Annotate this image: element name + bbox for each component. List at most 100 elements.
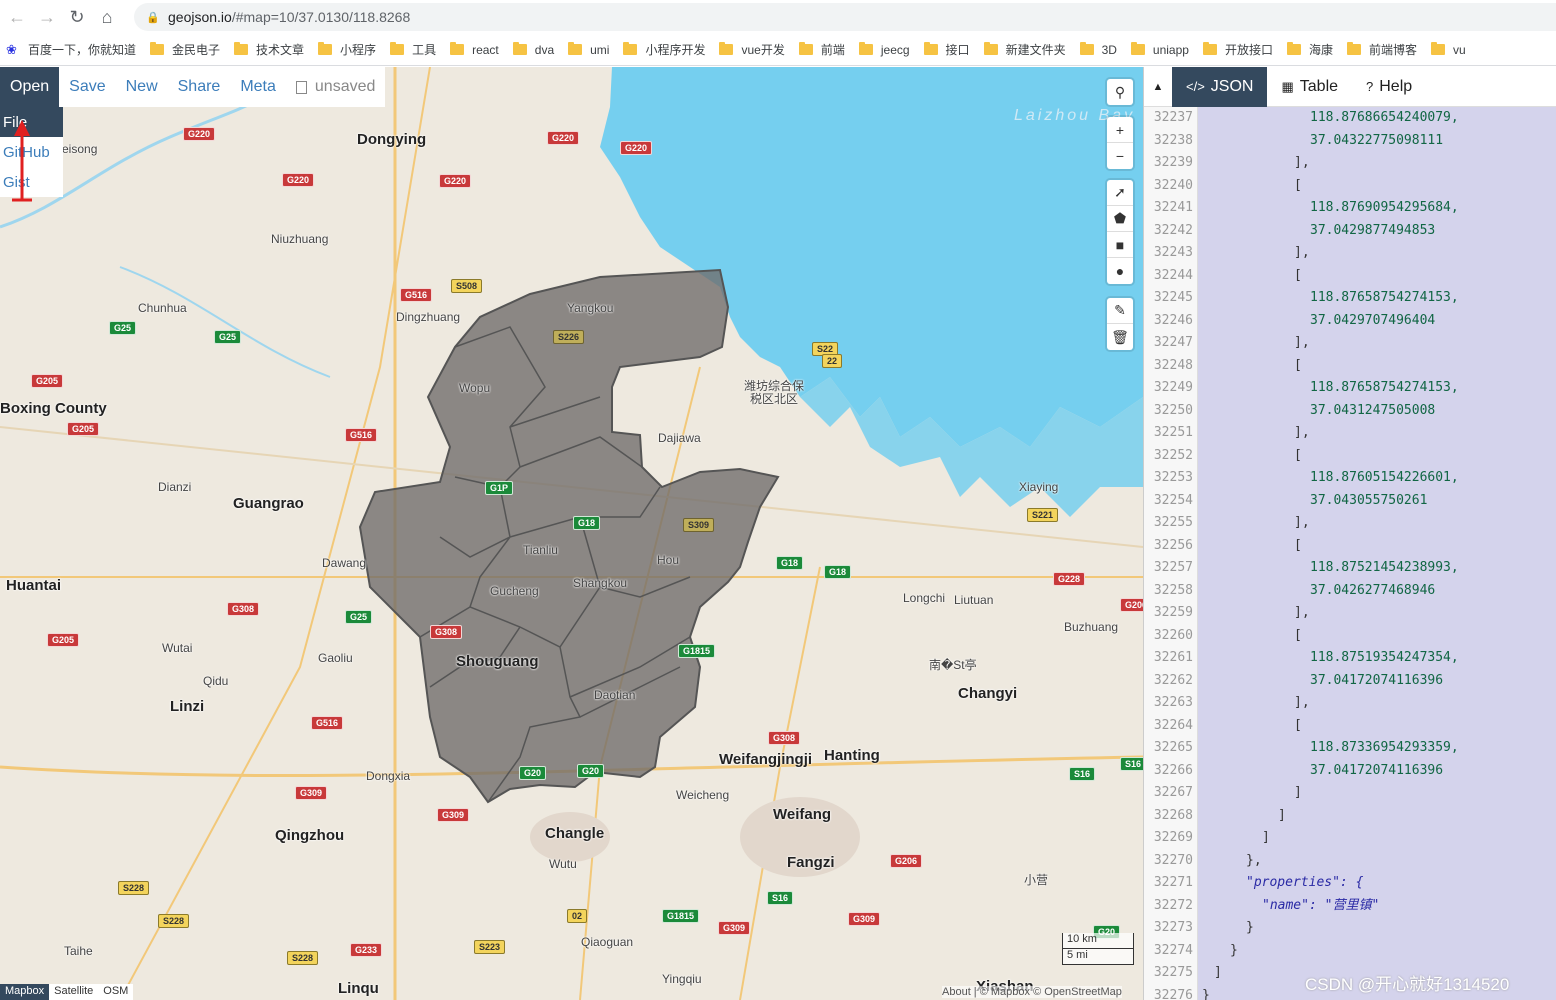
draw-polygon-icon[interactable]: ⬟ [1107,206,1133,232]
bookmark-label: uniapp [1152,42,1189,57]
line-number: 32271 [1153,875,1193,890]
layer-switcher: Mapbox Satellite OSM [0,984,134,1000]
code-token: ], [1294,695,1310,710]
bookmark-label: 海康 [1308,43,1333,57]
collapse-icon[interactable]: ▲ [1144,67,1172,107]
line-number: 32273 [1153,920,1193,935]
draw-marker-icon[interactable]: ● [1107,258,1133,284]
draw-line-icon[interactable]: ➚ [1107,180,1133,206]
bookmark-item[interactable]: 3D [1079,42,1117,57]
road-shield: G20 [519,766,547,780]
code-line: ], [1198,512,1556,535]
forward-icon[interactable]: → [32,2,62,32]
bookmark-item[interactable]: vu [1431,42,1466,57]
home-icon[interactable]: ⌂ [92,2,122,32]
layer-osm[interactable]: OSM [98,984,134,1000]
bookmark-item[interactable]: uniapp [1130,42,1189,57]
tab-table[interactable]: ▦ Table [1267,67,1352,107]
river [119,266,331,378]
bookmark-label: 金民电子 [172,43,221,57]
bookmark-item[interactable]: 前端博客 [1347,41,1417,58]
bookmark-label: umi [590,42,610,57]
trash-icon[interactable]: 🗑 [1107,324,1133,350]
folder-icon [150,42,165,55]
code-token: [ [1294,627,1302,643]
bookmark-label: 前端博客 [1369,43,1418,57]
zoom-in-icon[interactable]: + [1107,117,1133,143]
new-menu[interactable]: New [116,67,168,107]
search-icon[interactable]: ⚲ [1107,79,1133,105]
code-token: 118.87658754274153, [1310,290,1459,305]
code-token: 37.0431247505008 [1310,402,1436,418]
code-token: 37.0429707496404 [1310,312,1436,328]
draw-rectangle-icon[interactable]: ■ [1107,232,1133,258]
bookmark-item[interactable]: 前端 [798,41,845,58]
code-line: 118.87686654240079, [1198,107,1556,130]
place-label: Niuzhuang [271,232,329,246]
bookmark-label: 技术文章 [256,43,305,57]
bookmark-label: 小程序 [340,43,377,57]
road-shield: G220 [620,141,653,155]
place-label: Qingzhou [275,827,345,844]
road-shield: G25 [214,330,242,344]
road-shield: G205 [31,374,64,388]
json-editor[interactable]: 32237 32238 32239 32240 32241 32242 32243 32244… [1144,107,1556,1000]
bookmark-label: 小程序开发 [645,43,706,57]
place-label: Shouguang [456,653,539,670]
map-canvas[interactable]: Dongying eisong Niuzhuang Chunhua Dingzhuang… [0,67,1143,1000]
edit-icon[interactable]: ✎ [1107,298,1133,324]
line-number: 32263 [1153,695,1193,710]
bookmark-item[interactable]: 海康 [1286,41,1333,58]
line-number: 32253 [1153,470,1193,485]
bookmark-item[interactable]: 小程序 [318,41,376,58]
bookmark-item[interactable]: 开放接口 [1202,41,1273,58]
bookmark-item[interactable]: 工具 [390,41,436,58]
line-number: 32274 [1153,942,1193,958]
layer-satellite[interactable]: Satellite [49,984,99,1000]
code-line: ] [1198,805,1556,828]
place-label: Boxing County [0,400,107,417]
share-menu[interactable]: Share [168,67,231,107]
place-label: Linqu [338,980,379,997]
place-label: Changle [545,825,605,842]
edit-control: ✎ 🗑 [1107,298,1133,350]
code-token: }, [1246,852,1262,868]
selected-polygon[interactable] [358,268,780,804]
bookmark-item[interactable]: 接口 [923,41,970,58]
tab-help[interactable]: ? Help [1352,67,1426,107]
zoom-out-icon[interactable]: − [1107,143,1133,169]
bookmark-item[interactable]: dva [512,42,554,57]
code-token: ], [1294,605,1310,620]
road-shield: G228 [1053,572,1086,586]
bookmark-item[interactable]: umi [568,42,610,57]
back-icon[interactable]: ← [2,2,32,32]
tab-json[interactable]: </> JSON [1172,66,1268,107]
bookmark-item[interactable]: ❀ 百度一下，你就知道 [0,41,136,58]
bookmark-item[interactable]: 技术文章 [234,41,304,58]
code-token: 37.043055750261 [1310,492,1428,508]
layer-mapbox[interactable]: Mapbox [0,984,50,1000]
reload-icon[interactable]: ↻ [62,2,92,32]
bookmark-item[interactable]: 小程序开发 [623,41,705,58]
place-label: eisong [62,142,98,156]
bookmark-item[interactable]: 金民电子 [150,41,220,58]
road-shield: G1815 [662,909,700,923]
place-label: Dawang [322,556,367,570]
map-attribution[interactable]: About | © Mapbox © OpenStreetMap [942,986,1122,998]
code-line: 37.0431247505008 [1198,400,1556,423]
road-shield: G516 [311,716,344,730]
code-token: 37.04322775098111 [1310,132,1444,148]
bookmark-item[interactable]: react [450,42,499,57]
meta-menu[interactable]: Meta [230,67,286,107]
bookmark-label: 接口 [945,43,970,57]
code-token: 118.87686654240079, [1310,110,1459,125]
line-number: 32270 [1153,852,1193,868]
bookmark-item[interactable]: jeecg [858,42,910,57]
bookmark-item[interactable]: vue开发 [719,41,785,58]
bookmark-item[interactable]: 新建文件夹 [983,41,1066,58]
open-menu[interactable]: Open [0,67,60,107]
address-bar[interactable]: 🔒 geojson.io/#map=10/37.0130/118.8268 [134,3,1556,31]
save-menu[interactable]: Save [59,67,115,107]
code-area[interactable]: 118.87686654240079, 37.04322775098111], [1… [1198,107,1556,1000]
table-icon: ▦ [1281,78,1294,94]
